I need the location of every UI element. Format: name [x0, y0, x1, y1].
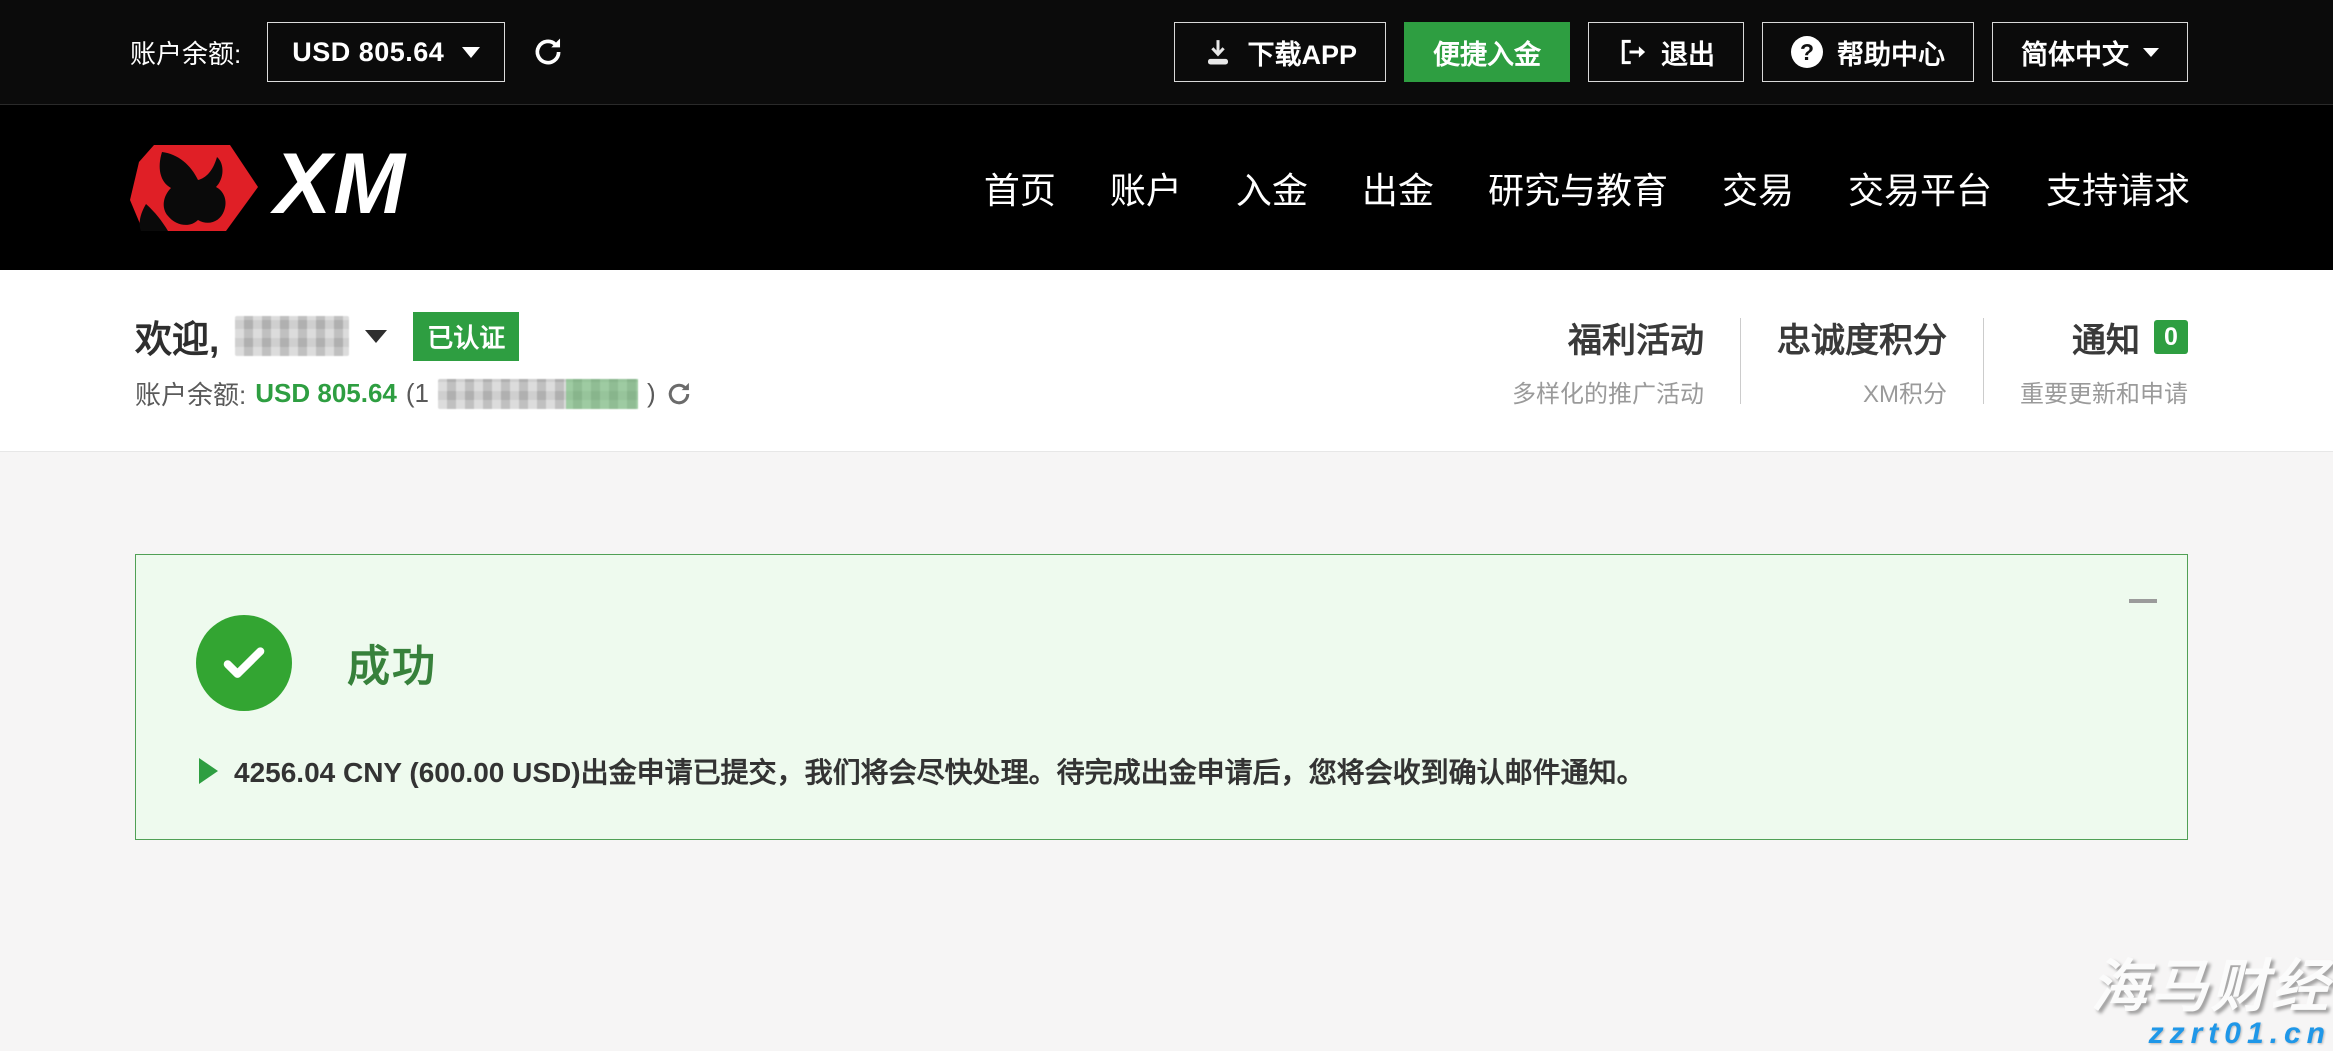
account-balance-dropdown[interactable]: USD 805.64 — [267, 22, 505, 82]
main-header: XM 首页 账户 入金 出金 研究与教育 交易 交易平台 支持请求 — [0, 105, 2333, 270]
balance-label: 账户余额: — [130, 34, 241, 71]
alert-title: 成功 — [347, 632, 437, 694]
logo-text: XM — [274, 141, 407, 227]
help-icon: ? — [1791, 36, 1823, 68]
refresh-balance-button[interactable] — [531, 35, 565, 69]
promotions-subtitle: 多样化的推广活动 — [1512, 374, 1704, 409]
notifications-subtitle: 重要更新和申请 — [2020, 374, 2188, 409]
alert-header: 成功 — [196, 615, 437, 711]
welcome-bar: 欢迎, 已认证 账户余额: USD 805.64 (1 ) — [0, 270, 2333, 452]
welcome-line: 欢迎, 已认证 — [135, 309, 693, 363]
main-content: 成功 4256.04 CNY (600.00 USD)出金申请已提交，我们将会尽… — [0, 452, 2333, 1051]
nav-item-support[interactable]: 支持请求 — [2046, 162, 2190, 214]
help-center-label: 帮助中心 — [1837, 33, 1945, 72]
download-app-button[interactable]: 下载APP — [1174, 22, 1386, 82]
bullet-triangle-icon — [199, 758, 218, 784]
refresh-icon — [531, 35, 565, 69]
main-nav: 首页 账户 入金 出金 研究与教育 交易 交易平台 支持请求 — [984, 162, 2190, 214]
xm-bull-emblem-icon — [128, 142, 260, 234]
balance-group: 账户余额: USD 805.64 — [130, 22, 565, 82]
notifications-link[interactable]: 通知 0 重要更新和申请 — [1984, 313, 2188, 409]
loyalty-points-link[interactable]: 忠诚度积分 XM积分 — [1741, 313, 1983, 409]
account-switcher-chevron-icon[interactable] — [365, 330, 387, 343]
loyalty-subtitle: XM积分 — [1777, 374, 1947, 409]
chevron-down-icon — [2143, 48, 2159, 57]
language-selector[interactable]: 简体中文 — [1992, 22, 2188, 82]
nav-item-account[interactable]: 账户 — [1110, 162, 1182, 214]
account-number-redacted — [438, 379, 638, 409]
logout-icon — [1617, 37, 1647, 67]
top-utility-bar: 账户余额: USD 805.64 下载APP 便捷入金 — [0, 0, 2333, 105]
username-redacted — [235, 316, 349, 356]
refresh-icon — [665, 380, 693, 408]
nav-item-research-education[interactable]: 研究与教育 — [1488, 162, 1668, 214]
nav-item-trading[interactable]: 交易 — [1722, 162, 1794, 214]
download-app-label: 下载APP — [1247, 33, 1357, 72]
welcome-balance-label: 账户余额: — [135, 375, 246, 412]
success-check-icon — [196, 615, 292, 711]
nav-item-home[interactable]: 首页 — [984, 162, 1056, 214]
nav-item-withdrawal[interactable]: 出金 — [1362, 162, 1434, 214]
alert-message-row: 4256.04 CNY (600.00 USD)出金申请已提交，我们将会尽快处理… — [199, 751, 1645, 791]
easy-deposit-button[interactable]: 便捷入金 — [1404, 22, 1570, 82]
notifications-title: 通知 0 — [2020, 313, 2188, 362]
loyalty-title: 忠诚度积分 — [1777, 313, 1947, 362]
promotions-link[interactable]: 福利活动 多样化的推广活动 — [1476, 313, 1740, 409]
notification-count-badge: 0 — [2154, 320, 2188, 354]
nav-item-platforms[interactable]: 交易平台 — [1848, 162, 1992, 214]
nav-item-deposit[interactable]: 入金 — [1236, 162, 1308, 214]
account-number-close: ) — [647, 378, 656, 409]
balance-value: USD 805.64 — [292, 37, 444, 68]
logout-label: 退出 — [1661, 33, 1715, 72]
page: 账户余额: USD 805.64 下载APP 便捷入金 — [0, 0, 2333, 1051]
topbar-actions: 下载APP 便捷入金 退出 ? 帮助中心 简体中文 — [1174, 22, 2188, 82]
download-icon — [1203, 37, 1233, 67]
success-alert: 成功 4256.04 CNY (600.00 USD)出金申请已提交，我们将会尽… — [135, 554, 2188, 840]
logout-button[interactable]: 退出 — [1588, 22, 1744, 82]
language-label: 简体中文 — [2021, 33, 2129, 72]
verified-status-badge: 已认证 — [413, 312, 519, 361]
easy-deposit-label: 便捷入金 — [1433, 33, 1541, 72]
refresh-account-balance-button[interactable] — [665, 380, 693, 408]
welcome-greeting: 欢迎, — [135, 309, 219, 363]
chevron-down-icon — [462, 47, 480, 58]
collapse-alert-button[interactable] — [2129, 599, 2157, 603]
account-number-open: (1 — [406, 378, 429, 409]
welcome-balance-value: USD 805.64 — [255, 378, 397, 409]
help-center-button[interactable]: ? 帮助中心 — [1762, 22, 1974, 82]
notifications-label: 通知 — [2072, 313, 2140, 362]
welcome-info: 欢迎, 已认证 账户余额: USD 805.64 (1 ) — [135, 309, 693, 412]
promotions-title: 福利活动 — [1512, 313, 1704, 362]
account-balance-line: 账户余额: USD 805.64 (1 ) — [135, 375, 693, 412]
xm-logo[interactable]: XM — [128, 142, 407, 234]
withdrawal-confirmation-message: 4256.04 CNY (600.00 USD)出金申请已提交，我们将会尽快处理… — [234, 751, 1645, 791]
quick-links: 福利活动 多样化的推广活动 忠诚度积分 XM积分 通知 0 重要更新和申请 — [1476, 313, 2188, 409]
